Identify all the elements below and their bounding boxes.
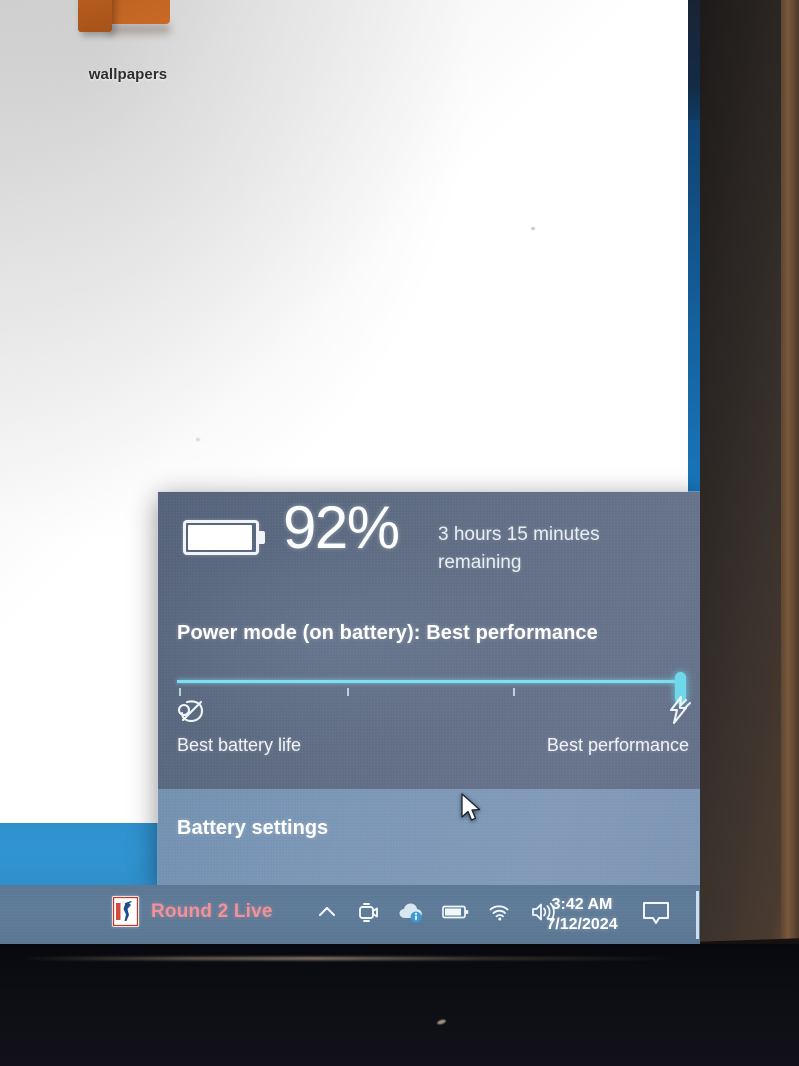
show-desktop-button[interactable]	[696, 891, 699, 939]
battery-icon-body	[183, 520, 259, 555]
slider-tick-2	[347, 688, 349, 696]
system-tray[interactable]	[316, 885, 556, 944]
slider-tick-3	[513, 688, 515, 696]
battery-icon-fill	[188, 525, 252, 550]
mouse-cursor	[460, 793, 482, 825]
taskbar-clock[interactable]: 3:42 AM 7/12/2024	[536, 895, 628, 935]
clock-time: 3:42 AM	[551, 896, 613, 913]
wifi-icon[interactable]	[488, 902, 512, 927]
lightning-bolt-icon	[664, 695, 694, 725]
leaf-icon	[176, 698, 206, 724]
battery-full-icon	[183, 520, 265, 556]
battery-flyout[interactable]: 92% 3 hours 15 minutes remaining Power m…	[158, 492, 700, 885]
clock-date: 7/12/2024	[546, 916, 618, 933]
action-center-icon[interactable]	[641, 900, 671, 933]
slider-max-label: Best performance	[546, 735, 689, 755]
battery-time-remaining: 3 hours 15 minutes remaining	[438, 524, 600, 573]
screen-dust-speck-2	[196, 438, 200, 441]
desktop-icon-label: wallpapers	[88, 66, 168, 83]
photo-of-laptop-screen: wallpapers 92% 3 hours 15 minutes remain…	[0, 0, 799, 1066]
taskbar-app-round-2-live[interactable]: Round 2 Live	[112, 896, 273, 927]
laptop-bezel-right-edge	[781, 0, 799, 960]
taskbar-app-label: Round 2 Live	[151, 900, 273, 922]
laptop-screen: wallpapers 92% 3 hours 15 minutes remain…	[0, 0, 700, 944]
taskbar[interactable]: Round 2 Live 3:42 AM 7/12/2024	[0, 885, 700, 944]
slider-tick-1	[179, 688, 181, 696]
folder-icon-front	[78, 0, 112, 32]
onedrive-cloud-info-icon[interactable]	[398, 901, 424, 928]
battery-settings-section[interactable]: Battery settings	[158, 789, 700, 885]
screen-dust-speck-1	[531, 227, 535, 230]
power-mode-label: Power mode (on battery): Best performanc…	[177, 622, 598, 644]
slider-track[interactable]	[177, 680, 682, 683]
slider-min-label: Best battery life	[177, 735, 302, 755]
battery-icon-terminal	[259, 531, 265, 544]
desktop-icon-wallpapers[interactable]: wallpapers	[78, 0, 174, 83]
screen-capture-icon[interactable]	[356, 900, 380, 929]
battery-percent: 92%	[283, 494, 400, 561]
power-mode-slider[interactable]	[177, 672, 687, 706]
folder-icon-shadow	[108, 24, 170, 34]
chevron-up-icon[interactable]	[316, 901, 338, 928]
battery-icon[interactable]	[442, 904, 470, 925]
pga-tour-logo-icon	[112, 896, 139, 927]
bezel-light-reflection	[20, 957, 680, 960]
laptop-bezel-bottom	[0, 944, 799, 1066]
battery-settings-link[interactable]: Battery settings	[177, 817, 328, 840]
wallpaper-right-strip-top	[688, 0, 700, 120]
